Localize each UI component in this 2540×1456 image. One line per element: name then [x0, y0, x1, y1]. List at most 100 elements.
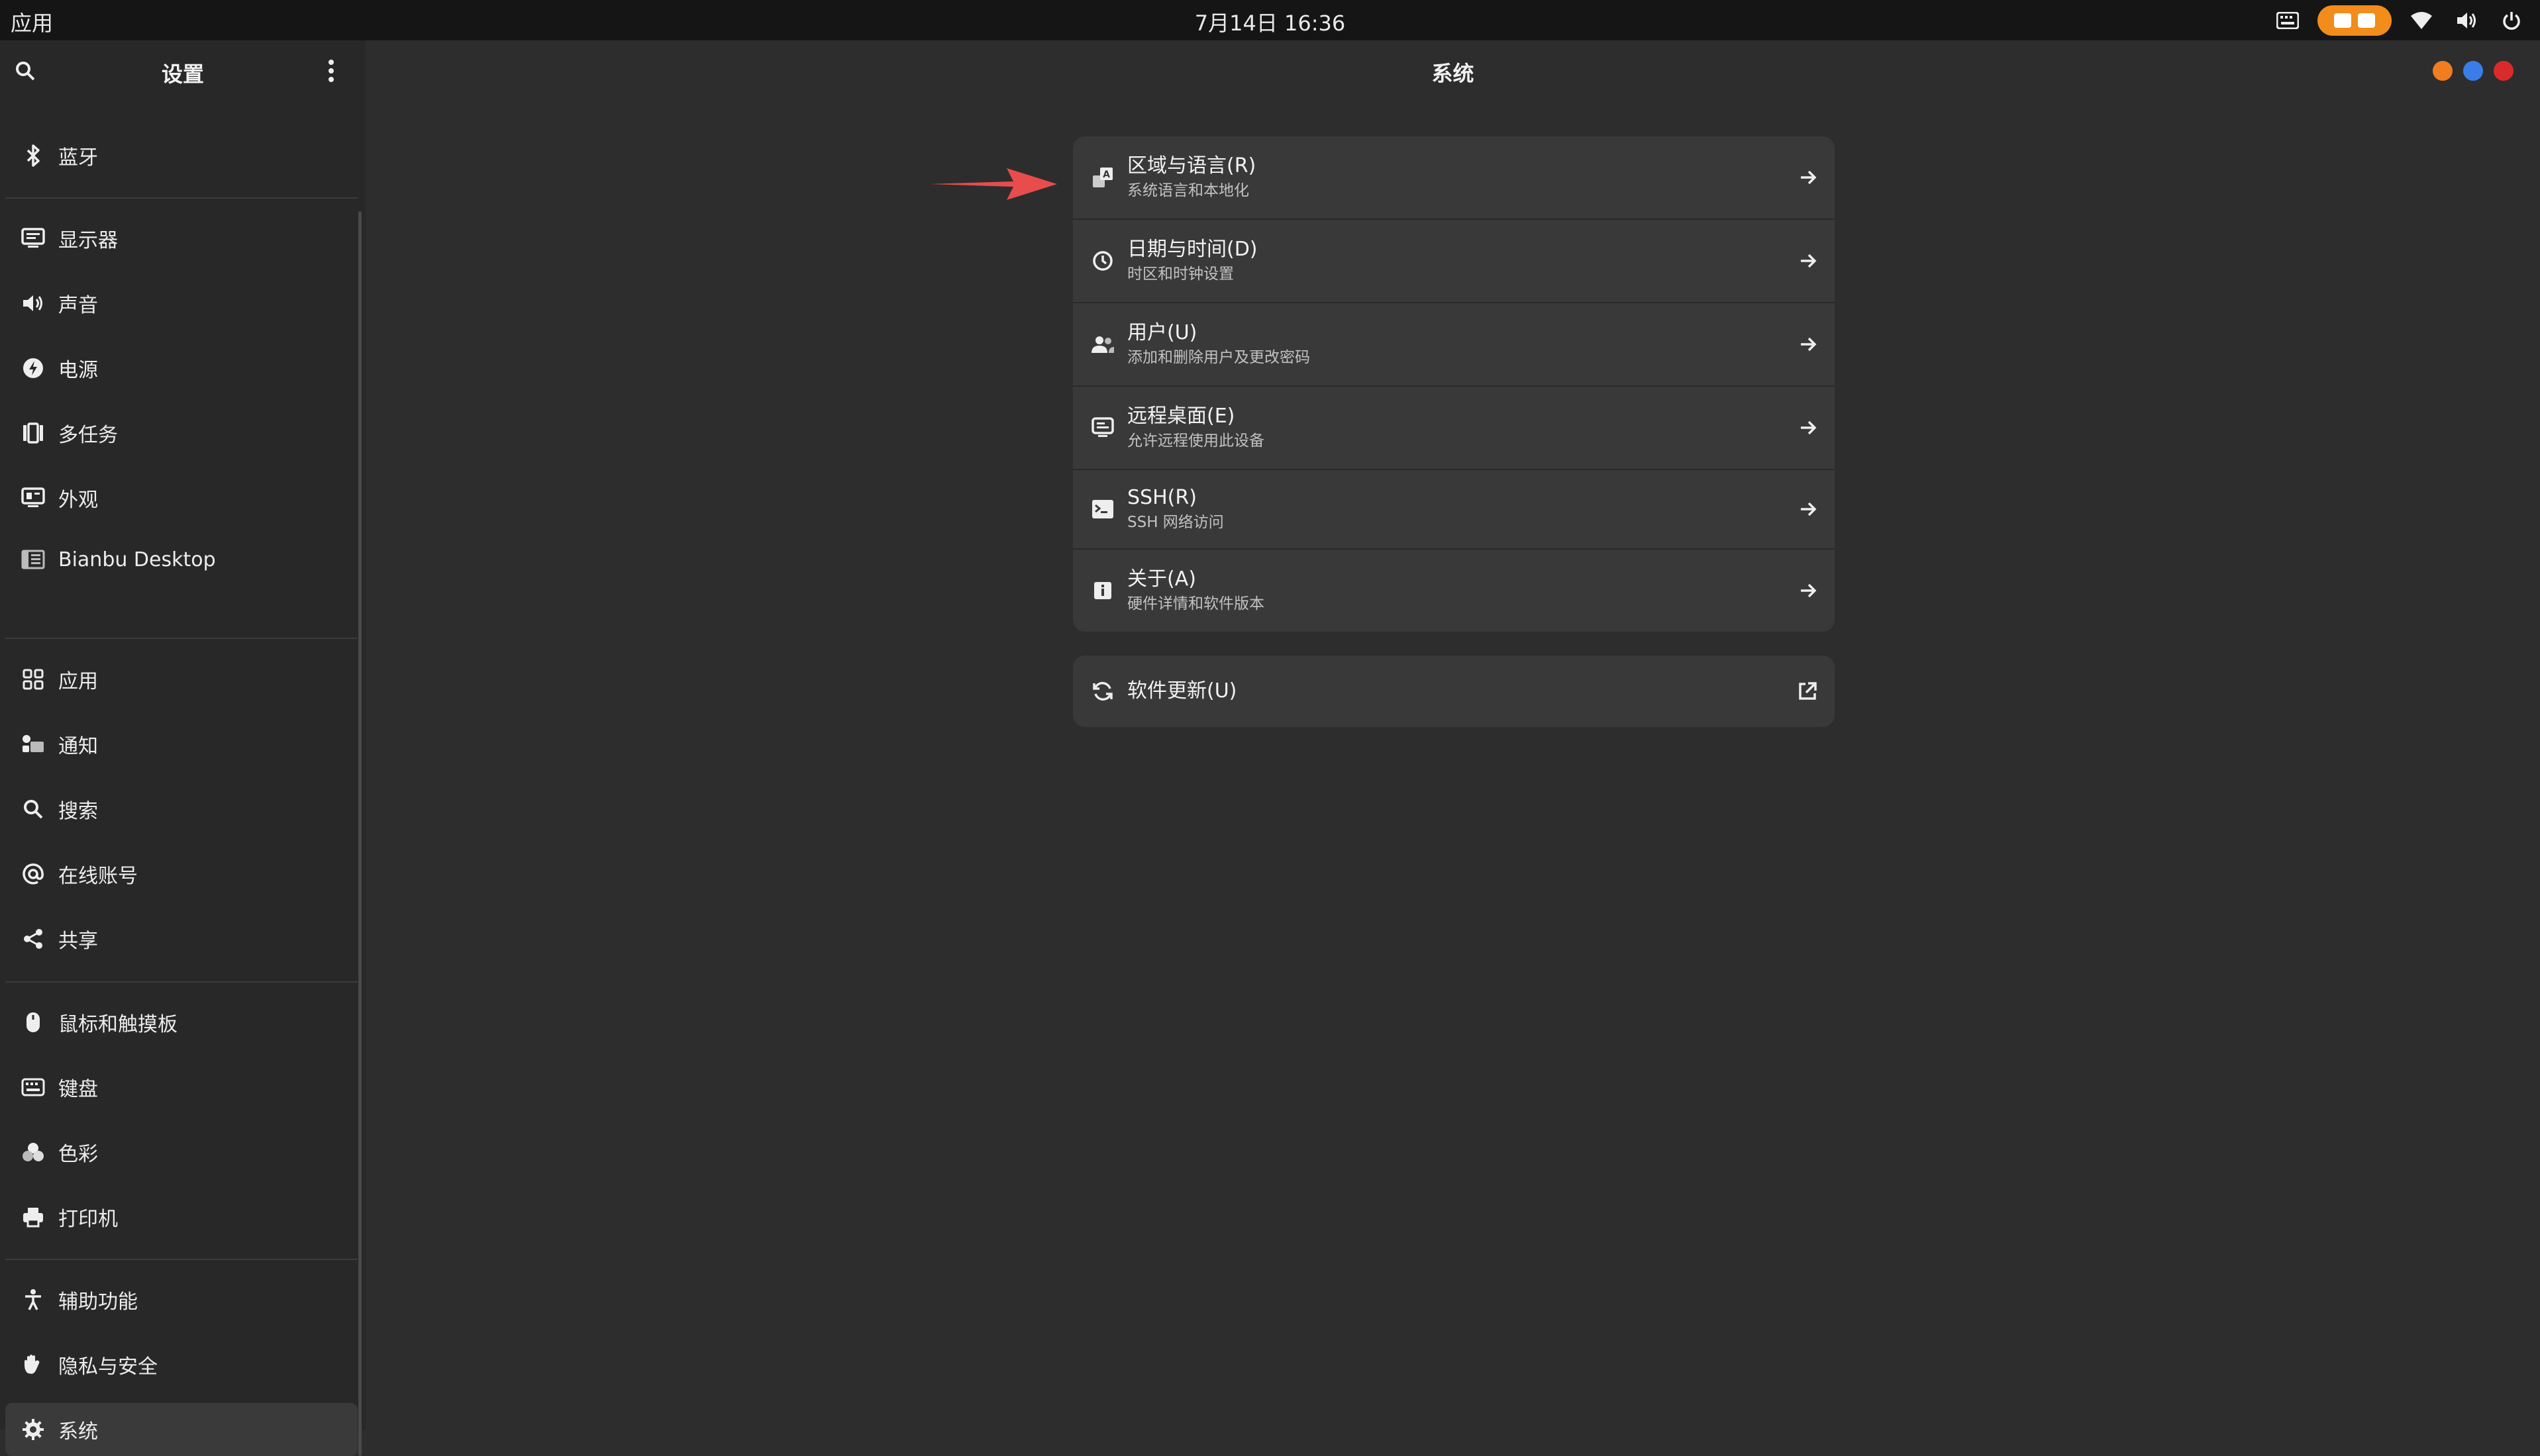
desktop-icon — [17, 544, 49, 575]
sidebar-item-appearance[interactable]: 外观 — [5, 471, 358, 524]
sidebar-item-color[interactable]: 色彩 — [5, 1126, 358, 1179]
accessibility-icon — [17, 1284, 49, 1316]
settings-sidebar: 设置 蓝牙 显示器 声音 电源 多任务 外观 Bianbu Desktop 应用 — [0, 40, 366, 1456]
sidebar-item-apps[interactable]: 应用 — [5, 653, 358, 706]
sidebar-item-multitasking[interactable]: 多任务 — [5, 407, 358, 460]
arrow-right-icon — [1801, 337, 1817, 352]
sidebar-item-label: 鼠标和触摸板 — [58, 1013, 178, 1036]
row-subtitle: 时区和时钟设置 — [1127, 266, 1234, 283]
info-icon — [1088, 575, 1118, 606]
search-icon — [17, 793, 49, 825]
sidebar-divider — [5, 638, 358, 639]
sidebar-item-label: 声音 — [58, 294, 98, 317]
sidebar-item-mouse-touchpad[interactable]: 鼠标和触摸板 — [5, 996, 358, 1049]
refresh-icon — [1088, 676, 1118, 706]
row-title: 区域与语言(R) — [1127, 154, 1256, 177]
sidebar-item-label: 搜索 — [58, 800, 98, 823]
display-icon — [17, 222, 49, 254]
row-subtitle: 硬件详情和软件版本 — [1127, 595, 1264, 612]
sidebar-item-accessibility[interactable]: 辅助功能 — [5, 1273, 358, 1326]
row-subtitle: SSH 网络访问 — [1127, 514, 1224, 531]
sidebar-divider — [5, 981, 358, 983]
sidebar-item-sharing[interactable]: 共享 — [5, 912, 358, 965]
svg-text:A: A — [1103, 170, 1110, 180]
screen-recording-indicator[interactable] — [2317, 5, 2392, 36]
arrow-right-icon — [1801, 170, 1817, 185]
sidebar-item-notifications[interactable]: 通知 — [5, 718, 358, 771]
row-title: 日期与时间(D) — [1127, 238, 1258, 261]
power-icon — [17, 352, 49, 384]
sidebar-item-privacy-security[interactable]: 隐私与安全 — [5, 1338, 358, 1391]
gear-icon — [17, 1414, 49, 1445]
activities-apps-button[interactable]: 应用 — [11, 7, 53, 37]
annotation-arrow — [930, 168, 1057, 200]
sidebar-item-bluetooth[interactable]: 蓝牙 — [5, 129, 358, 182]
arrow-right-icon — [1801, 420, 1817, 435]
sidebar-item-keyboard[interactable]: 键盘 — [5, 1061, 358, 1114]
stop-recording-icon — [2358, 13, 2375, 28]
sidebar-title: 设置 — [161, 62, 204, 87]
page-title: 系统 — [1431, 61, 1474, 86]
wifi-icon[interactable] — [2406, 5, 2437, 36]
row-title: 软件更新(U) — [1127, 679, 1237, 703]
minimize-button[interactable] — [2433, 61, 2453, 81]
notifications-icon — [17, 728, 49, 760]
date-time-row[interactable]: 日期与时间(D) 时区和时钟设置 — [1073, 220, 1835, 303]
sidebar-item-label: 共享 — [58, 930, 98, 953]
arrow-right-icon — [1801, 254, 1817, 268]
screen-share-icon — [2334, 13, 2351, 28]
mouse-icon — [17, 1006, 49, 1038]
software-update-row[interactable]: 软件更新(U) — [1073, 655, 1835, 727]
sidebar-divider — [5, 1259, 358, 1260]
clock[interactable]: 7月14日 16:36 — [1195, 7, 1345, 37]
sidebar-item-printers[interactable]: 打印机 — [5, 1190, 358, 1243]
sidebar-item-label: 色彩 — [58, 1143, 98, 1166]
ssh-row[interactable]: SSH(R) SSH 网络访问 — [1073, 470, 1835, 550]
row-title: 远程桌面(E) — [1127, 405, 1235, 428]
remote-desktop-row[interactable]: 远程桌面(E) 允许远程使用此设备 — [1073, 387, 1835, 470]
main-menu-button[interactable] — [328, 59, 334, 85]
keyboard-icon — [17, 1071, 49, 1103]
row-title: 关于(A) — [1127, 567, 1196, 591]
maximize-button[interactable] — [2463, 61, 2483, 81]
about-row[interactable]: 关于(A) 硬件详情和软件版本 — [1073, 550, 1835, 632]
region-language-row[interactable]: A 区域与语言(R) 系统语言和本地化 — [1073, 136, 1835, 220]
volume-icon[interactable] — [2451, 5, 2482, 36]
users-icon — [1088, 329, 1118, 360]
sidebar-item-label: 在线账号 — [58, 865, 138, 888]
top-bar: 应用 7月14日 16:36 — [0, 0, 2540, 40]
sidebar-item-display[interactable]: 显示器 — [5, 212, 358, 265]
sidebar-item-online-accounts[interactable]: 在线账号 — [5, 848, 358, 900]
sidebar-item-label: 辅助功能 — [58, 1290, 138, 1314]
sidebar-item-label: 打印机 — [58, 1208, 118, 1231]
window-controls — [2433, 61, 2514, 81]
system-settings-list: A 区域与语言(R) 系统语言和本地化 日期与时间(D) 时区和时钟设置 用户(U)… — [1073, 136, 1835, 632]
power-menu-icon[interactable] — [2496, 5, 2527, 36]
row-title: 用户(U) — [1127, 321, 1197, 344]
sidebar-item-label: 隐私与安全 — [58, 1355, 158, 1379]
system-tray — [2272, 5, 2527, 36]
external-link-icon — [1799, 682, 1817, 700]
sidebar-item-label: 多任务 — [58, 424, 118, 447]
sidebar-item-power[interactable]: 电源 — [5, 342, 358, 395]
sidebar-scrollbar[interactable] — [358, 211, 362, 1456]
kebab-menu-icon — [329, 60, 334, 82]
sidebar-item-bianbu-desktop[interactable]: Bianbu Desktop — [5, 533, 358, 586]
sidebar-item-label: Bianbu Desktop — [58, 548, 216, 571]
sidebar-item-label: 显示器 — [58, 229, 118, 252]
close-button[interactable] — [2494, 61, 2514, 81]
apps-grid-icon — [17, 663, 49, 695]
sidebar-item-label: 系统 — [58, 1420, 98, 1443]
appearance-icon — [17, 482, 49, 514]
users-row[interactable]: 用户(U) 添加和删除用户及更改密码 — [1073, 303, 1835, 387]
sidebar-item-system[interactable]: 系统 — [5, 1403, 358, 1456]
sidebar-divider — [5, 197, 358, 199]
speaker-icon — [17, 287, 49, 319]
multitasking-icon — [17, 417, 49, 449]
sidebar-item-label: 应用 — [58, 670, 98, 693]
keyboard-layout-icon[interactable] — [2272, 5, 2303, 36]
sidebar-item-sound[interactable]: 声音 — [5, 277, 358, 330]
at-icon — [17, 858, 49, 890]
clock-icon — [1088, 246, 1118, 276]
sidebar-item-search[interactable]: 搜索 — [5, 783, 358, 836]
